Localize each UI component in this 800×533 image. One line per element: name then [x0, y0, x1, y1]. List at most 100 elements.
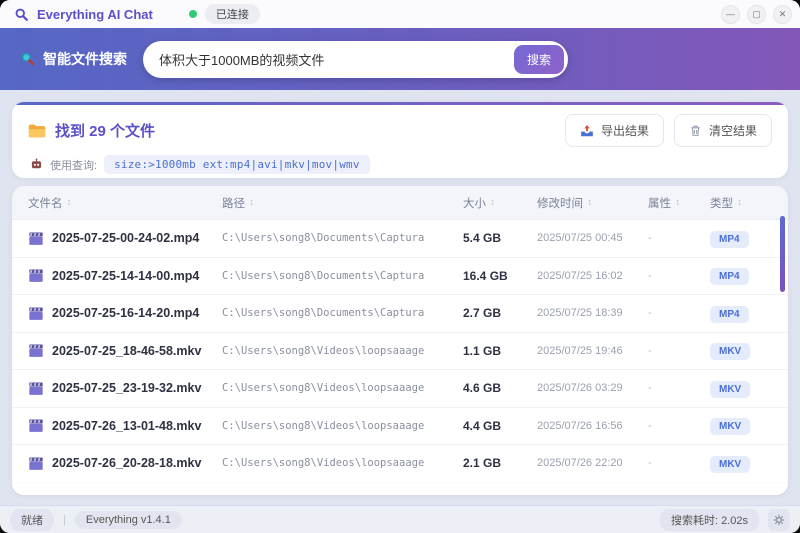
file-modified-cell: 2025/07/25 00:45	[537, 232, 623, 245]
window-controls: — ▢ ✕	[721, 4, 792, 24]
smart-search-label: 智能文件搜索	[20, 49, 127, 69]
file-path-cell: C:\Users\song8\Videos\loopsaaage	[222, 457, 425, 470]
video-clapper-icon	[28, 268, 44, 283]
connection-badge: 已连接	[204, 4, 260, 24]
file-name-text: 2025-07-25-16-14-20.mp4	[52, 306, 200, 321]
app-title: Everything AI Chat	[37, 6, 153, 22]
file-name-cell: 2025-07-26_20-28-18.mkv	[28, 456, 222, 471]
sort-icon: ↕	[675, 197, 680, 208]
file-attr-cell: -	[648, 382, 652, 395]
status-divider: |	[63, 513, 66, 526]
file-attr-cell: -	[648, 269, 652, 282]
file-path-cell: C:\Users\song8\Videos\loopsaaage	[222, 344, 425, 357]
video-clapper-icon	[28, 343, 44, 358]
column-header-name[interactable]: 文件名 ↕	[28, 195, 222, 211]
column-header-attr[interactable]: 属性 ↕	[648, 195, 710, 211]
file-size-cell: 2.7 GB	[463, 306, 502, 321]
file-name-text: 2025-07-25-00-24-02.mp4	[52, 231, 200, 246]
query-chip: size:>1000mb ext:mp4|avi|mkv|mov|wmv	[104, 155, 370, 174]
table-row[interactable]: 2025-07-25-14-14-00.mp4 C:\Users\song8\D…	[12, 258, 788, 295]
file-size-cell: 1.1 GB	[463, 343, 502, 358]
search-button[interactable]: 搜索	[514, 44, 564, 74]
video-clapper-icon	[28, 306, 44, 321]
close-button[interactable]: ✕	[773, 4, 792, 24]
file-attr-cell: -	[648, 232, 652, 245]
file-type-badge: MKV	[710, 343, 751, 361]
results-count-title: 找到 29 个文件	[55, 123, 156, 140]
column-header-modified[interactable]: 修改时间 ↕	[537, 195, 648, 211]
video-clapper-icon	[28, 231, 44, 246]
file-name-cell: 2025-07-25_23-19-32.mkv	[28, 381, 222, 396]
search-header: 智能文件搜索 搜索	[0, 28, 800, 90]
vertical-scrollbar[interactable]	[780, 216, 785, 292]
file-type-cell: MP4	[710, 304, 788, 323]
file-name-cell: 2025-07-25-14-14-00.mp4	[28, 268, 222, 283]
file-type-cell: MKV	[710, 379, 788, 398]
column-header-path[interactable]: 路径 ↕	[222, 195, 463, 211]
robot-icon	[30, 158, 43, 171]
file-type-badge: MP4	[710, 268, 749, 286]
file-type-cell: MP4	[710, 266, 788, 286]
sort-icon: ↕	[66, 197, 72, 208]
file-type-badge: MKV	[710, 380, 751, 398]
table-row[interactable]: 2025-07-25_23-19-32.mkv C:\Users\song8\V…	[12, 370, 788, 408]
file-type-cell: MKV	[710, 454, 788, 473]
file-size-cell: 16.4 GB	[463, 268, 508, 283]
app-logo-magnifier-icon	[14, 7, 29, 22]
file-path-cell: C:\Users\song8\Documents\Captura	[222, 232, 425, 245]
status-ready: 就绪	[10, 508, 54, 531]
results-actions: 导出结果 清空结果	[564, 114, 772, 147]
search-box: 搜索	[143, 40, 568, 78]
file-name-text: 2025-07-25_23-19-32.mkv	[52, 381, 202, 396]
export-results-button[interactable]: 导出结果	[564, 114, 664, 147]
video-clapper-icon	[28, 418, 44, 433]
file-size-cell: 4.6 GB	[463, 381, 502, 396]
table-row[interactable]: 2025-07-25-16-14-20.mp4 C:\Users\song8\D…	[12, 295, 788, 333]
file-type-cell: MP4	[710, 229, 788, 248]
results-summary-card: 找到 29 个文件 导出结果 清空结果 使用查询: size:>1000mb e…	[12, 102, 788, 178]
file-attr-cell: -	[648, 344, 652, 357]
title-bar: Everything AI Chat 已连接 — ▢ ✕	[0, 0, 800, 28]
file-attr-cell: -	[648, 307, 652, 320]
file-type-badge: MP4	[710, 305, 749, 323]
file-path-cell: C:\Users\song8\Videos\loopsaaage	[222, 382, 425, 395]
query-label: 使用查询:	[50, 159, 98, 172]
column-header-type[interactable]: 类型 ↕	[710, 195, 788, 211]
maximize-button[interactable]: ▢	[747, 4, 766, 24]
file-type-cell: MKV	[710, 416, 788, 436]
file-size-cell: 2.1 GB	[463, 456, 502, 471]
sort-icon: ↕	[737, 197, 742, 208]
file-path-cell: C:\Users\song8\Videos\loopsaaage	[222, 419, 425, 432]
file-name-text: 2025-07-26_20-28-18.mkv	[52, 456, 202, 471]
file-name-text: 2025-07-26_13-01-48.mkv	[52, 418, 202, 433]
app-window: Everything AI Chat 已连接 — ▢ ✕ 智能文件搜索 搜索	[0, 0, 800, 533]
connection-status: 已连接	[188, 4, 260, 24]
file-size-cell: 4.4 GB	[463, 418, 502, 433]
file-modified-cell: 2025/07/25 18:39	[537, 307, 623, 320]
status-bar: 就绪 | Everything v1.4.1 搜索耗时: 2.02s	[0, 505, 800, 533]
gear-icon	[773, 514, 785, 526]
file-path-cell: C:\Users\song8\Documents\Captura	[222, 269, 425, 282]
search-input[interactable]	[159, 51, 514, 67]
table-row[interactable]: 2025-07-25-00-24-02.mp4 C:\Users\song8\D…	[12, 220, 788, 258]
file-name-cell: 2025-07-25-16-14-20.mp4	[28, 306, 222, 321]
file-type-cell: MKV	[710, 341, 788, 361]
table-body: 2025-07-25-00-24-02.mp4 C:\Users\song8\D…	[12, 220, 788, 483]
file-type-badge: MKV	[710, 455, 751, 473]
minimize-button[interactable]: —	[721, 4, 740, 24]
video-clapper-icon	[28, 381, 44, 396]
status-version: Everything v1.4.1	[74, 510, 182, 529]
table-row[interactable]: 2025-07-25_18-46-58.mkv C:\Users\song8\V…	[12, 333, 788, 370]
table-row[interactable]: 2025-07-26_20-28-18.mkv C:\Users\song8\V…	[12, 445, 788, 483]
settings-button[interactable]	[768, 508, 790, 531]
column-header-size[interactable]: 大小 ↕	[463, 195, 537, 211]
trash-icon	[689, 124, 702, 137]
file-name-cell: 2025-07-25-00-24-02.mp4	[28, 231, 222, 246]
sort-icon: ↕	[587, 197, 592, 208]
file-name-text: 2025-07-25-14-14-00.mp4	[52, 268, 200, 283]
file-type-badge: MKV	[710, 418, 751, 436]
table-row[interactable]: 2025-07-26_13-01-48.mkv C:\Users\song8\V…	[12, 408, 788, 445]
file-modified-cell: 2025/07/26 03:29	[537, 382, 623, 395]
clear-results-button[interactable]: 清空结果	[673, 114, 772, 147]
file-name-cell: 2025-07-26_13-01-48.mkv	[28, 418, 222, 433]
